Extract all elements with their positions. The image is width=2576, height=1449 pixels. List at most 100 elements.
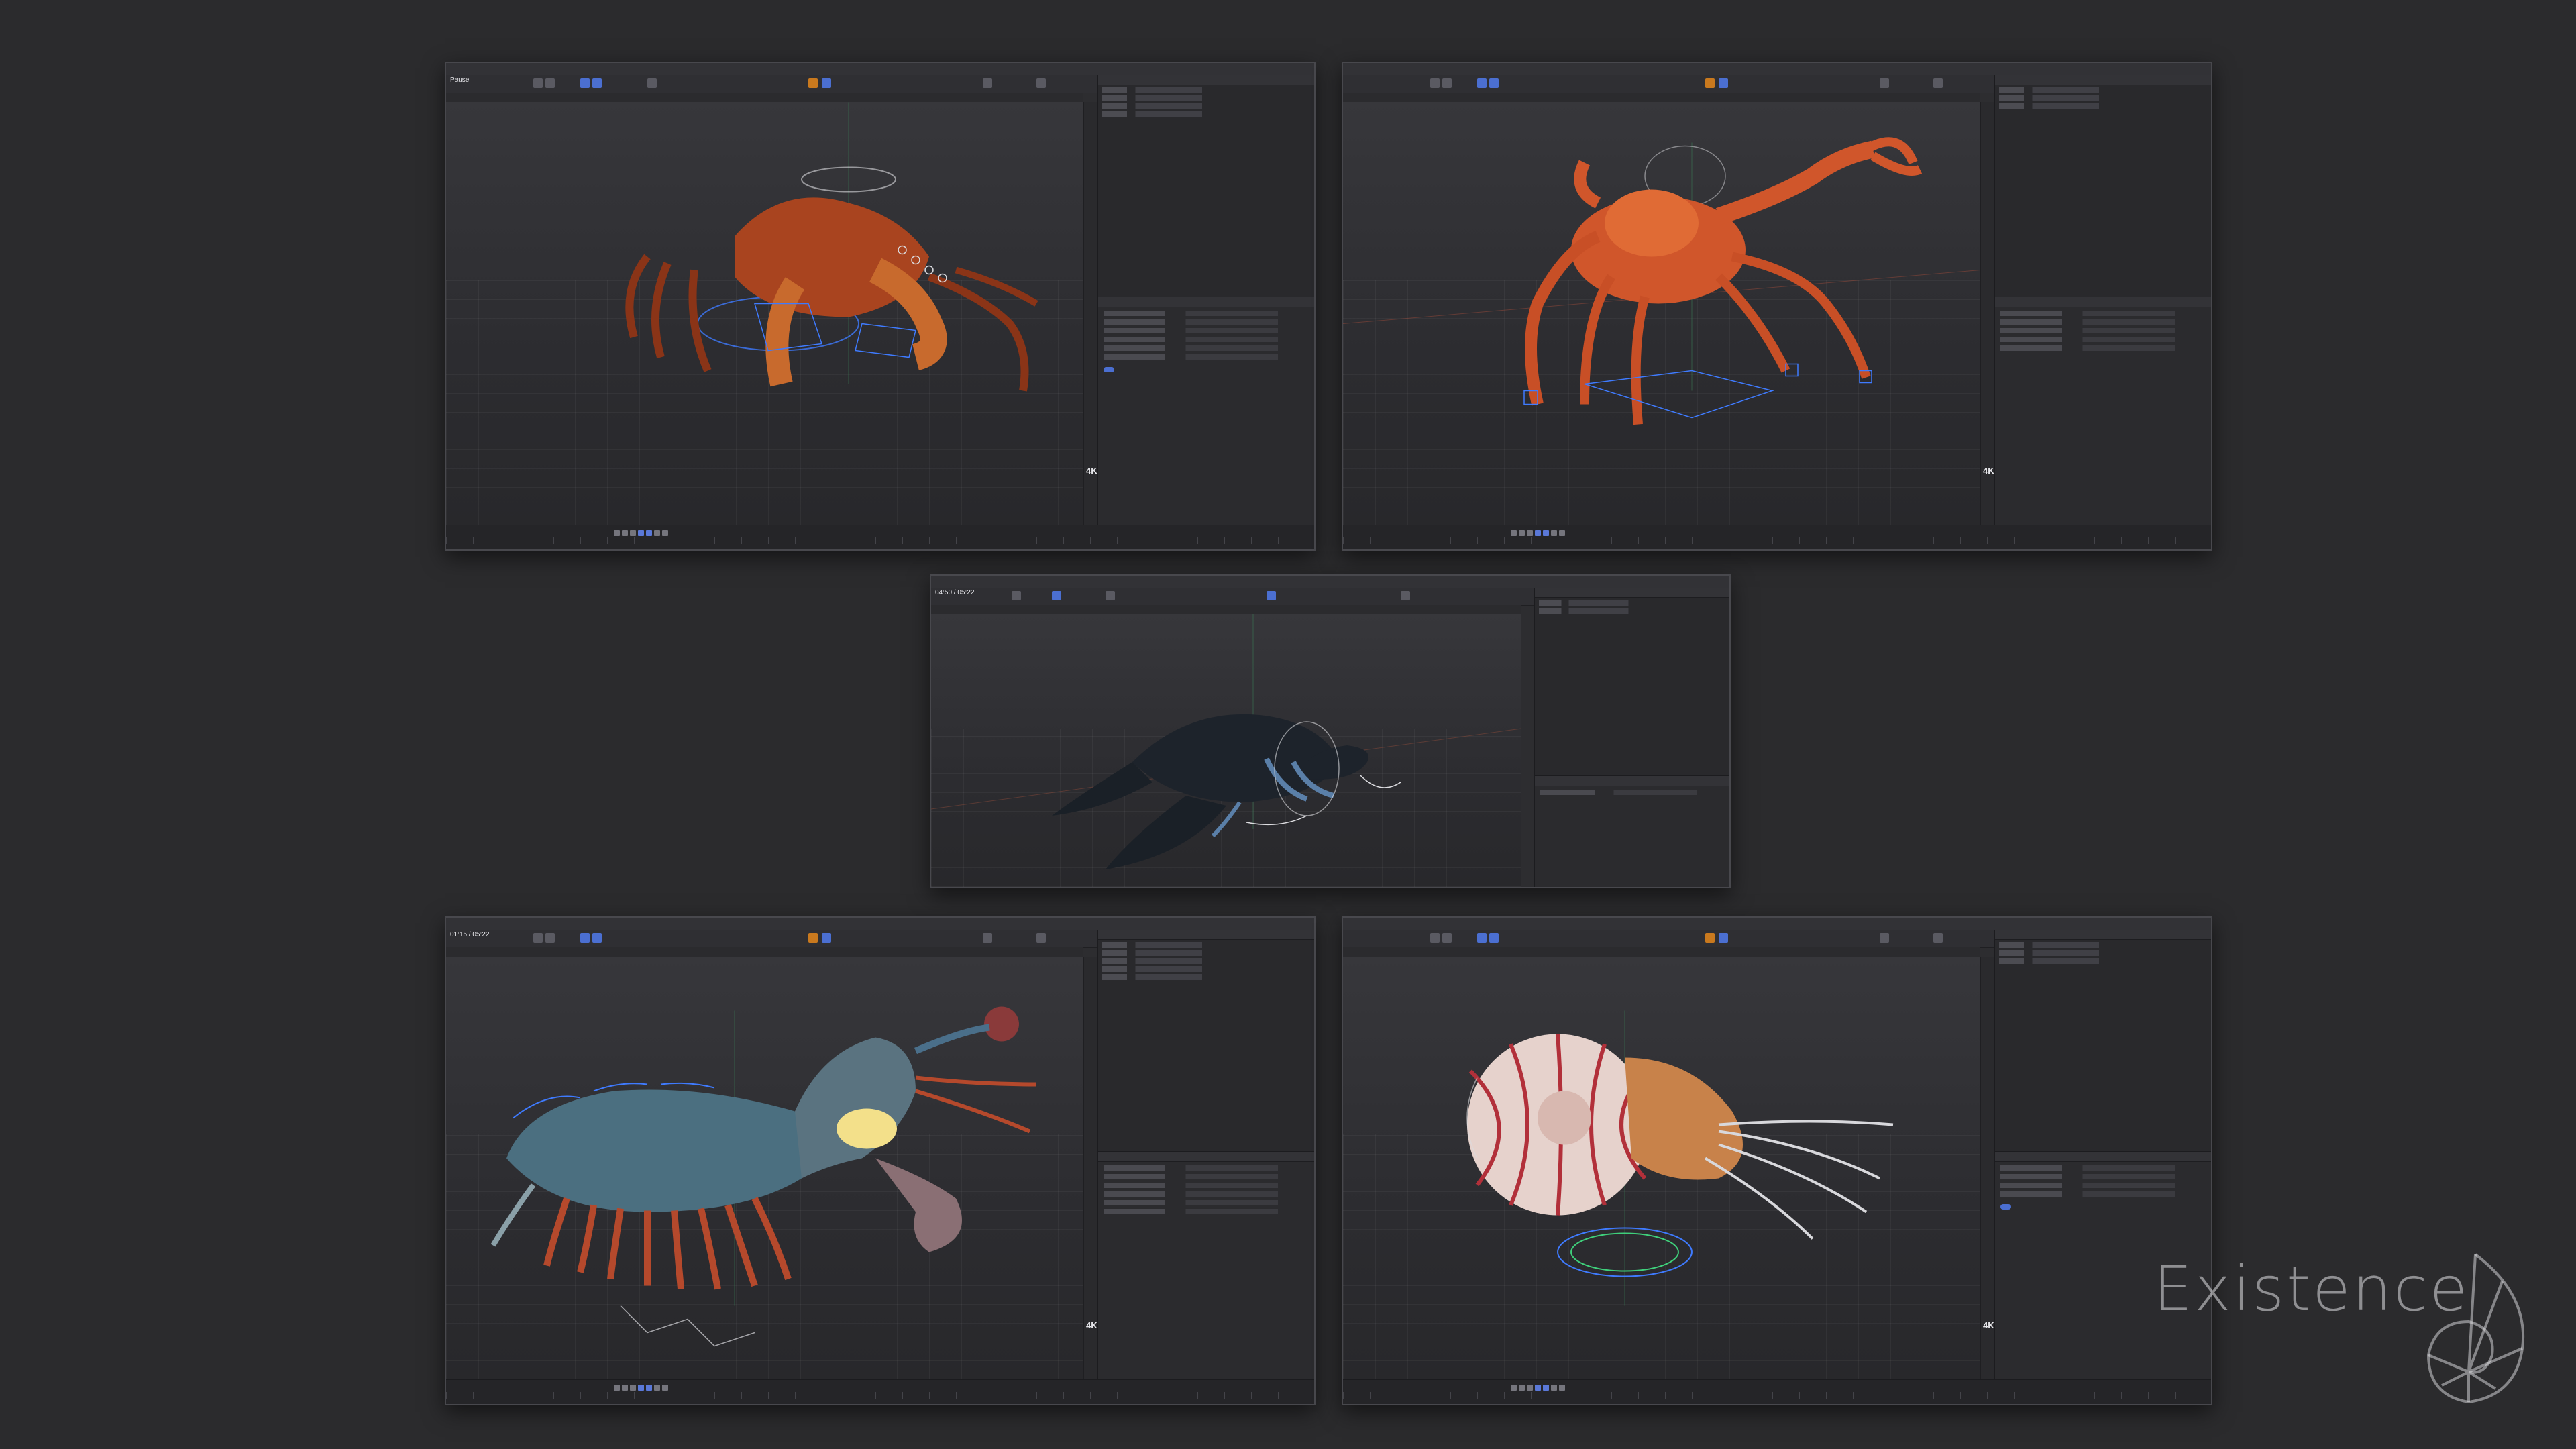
view-icon[interactable] bbox=[1933, 933, 1943, 943]
object-manager-panel[interactable] bbox=[1097, 75, 1314, 525]
attribute-row[interactable] bbox=[2000, 345, 2206, 351]
layout-icon[interactable] bbox=[983, 933, 992, 943]
timeline[interactable] bbox=[1343, 1379, 2211, 1404]
object-row[interactable] bbox=[1539, 600, 1725, 606]
attribute-row[interactable] bbox=[1104, 354, 1309, 360]
record-icon[interactable] bbox=[808, 78, 818, 88]
select-tool-icon[interactable] bbox=[592, 78, 602, 88]
select-tool-icon[interactable] bbox=[1489, 933, 1499, 943]
attribute-tabs[interactable] bbox=[1535, 776, 1729, 786]
attribute-row[interactable] bbox=[2000, 337, 2206, 342]
coconut-crab-model[interactable] bbox=[446, 102, 1083, 525]
object-row[interactable] bbox=[1539, 608, 1725, 614]
attribute-row[interactable] bbox=[1104, 311, 1309, 316]
attribute-row[interactable] bbox=[1104, 1191, 1309, 1197]
playback-controls[interactable] bbox=[614, 1382, 670, 1391]
object-row[interactable] bbox=[1999, 950, 2207, 956]
snap-icon[interactable] bbox=[1719, 933, 1728, 943]
view-icon[interactable] bbox=[1036, 78, 1046, 88]
object-row[interactable] bbox=[1999, 103, 2207, 109]
attribute-row[interactable] bbox=[2000, 328, 2206, 333]
anomalocarid-model[interactable] bbox=[446, 957, 1083, 1380]
visibility-toggle[interactable] bbox=[2000, 1201, 2206, 1213]
object-row[interactable] bbox=[1102, 974, 1310, 980]
record-icon[interactable] bbox=[1705, 78, 1715, 88]
layout-icon[interactable] bbox=[1880, 933, 1889, 943]
attribute-row[interactable] bbox=[2000, 1191, 2206, 1197]
object-row[interactable] bbox=[1102, 958, 1310, 964]
move-tool-icon[interactable] bbox=[1430, 78, 1440, 88]
panel-tabs[interactable] bbox=[1098, 930, 1314, 940]
time-ruler[interactable] bbox=[1343, 537, 2211, 544]
attribute-row[interactable] bbox=[1104, 345, 1309, 351]
3d-viewport[interactable] bbox=[931, 614, 1521, 887]
time-ruler[interactable] bbox=[446, 537, 1314, 544]
attribute-row[interactable] bbox=[1540, 790, 1724, 795]
move-tool-icon[interactable] bbox=[533, 933, 543, 943]
attribute-manager[interactable] bbox=[1995, 297, 2211, 525]
object-manager-panel[interactable] bbox=[1534, 588, 1729, 887]
scale-tool-icon[interactable] bbox=[1442, 933, 1452, 943]
attribute-row[interactable] bbox=[1104, 328, 1309, 333]
time-ruler[interactable] bbox=[1343, 1392, 2211, 1399]
layout-icon[interactable] bbox=[1401, 591, 1410, 600]
attribute-row[interactable] bbox=[2000, 1165, 2206, 1171]
panel-tabs[interactable] bbox=[1535, 588, 1729, 598]
select-tool-icon[interactable] bbox=[592, 933, 602, 943]
attribute-manager[interactable] bbox=[1535, 775, 1729, 887]
snap-icon[interactable] bbox=[822, 933, 831, 943]
move-tool-icon[interactable] bbox=[1012, 591, 1021, 600]
attribute-row[interactable] bbox=[1104, 1174, 1309, 1179]
attribute-row[interactable] bbox=[2000, 311, 2206, 316]
attribute-tabs[interactable] bbox=[1995, 1152, 2211, 1162]
snap-icon[interactable] bbox=[1719, 78, 1728, 88]
object-row[interactable] bbox=[1102, 942, 1310, 948]
scale-tool-icon[interactable] bbox=[545, 933, 555, 943]
attribute-tabs[interactable] bbox=[1995, 297, 2211, 307]
object-row[interactable] bbox=[1102, 103, 1310, 109]
timeline[interactable] bbox=[446, 1379, 1314, 1404]
menu-bar[interactable] bbox=[446, 63, 1314, 76]
object-manager-panel[interactable] bbox=[1994, 75, 2211, 525]
render-icon[interactable] bbox=[647, 78, 657, 88]
record-icon[interactable] bbox=[808, 933, 818, 943]
attribute-row[interactable] bbox=[2000, 1183, 2206, 1188]
time-ruler[interactable] bbox=[446, 1392, 1314, 1399]
viewport-side-toolbar[interactable] bbox=[1980, 957, 1994, 1380]
panel-tabs[interactable] bbox=[1995, 75, 2211, 85]
playback-controls[interactable] bbox=[614, 527, 670, 536]
attribute-row[interactable] bbox=[1104, 1165, 1309, 1171]
nautilus-model[interactable] bbox=[1343, 957, 1980, 1380]
object-row[interactable] bbox=[1999, 87, 2207, 93]
3d-viewport[interactable] bbox=[1343, 957, 1980, 1380]
attribute-tabs[interactable] bbox=[1098, 1152, 1314, 1162]
attribute-row[interactable] bbox=[1104, 337, 1309, 342]
rotate-tool-icon[interactable] bbox=[1477, 933, 1487, 943]
rotate-tool-icon[interactable] bbox=[1052, 591, 1061, 600]
move-tool-icon[interactable] bbox=[1430, 933, 1440, 943]
select-tool-icon[interactable] bbox=[1489, 78, 1499, 88]
attribute-manager[interactable] bbox=[1098, 297, 1314, 525]
3d-viewport[interactable] bbox=[446, 102, 1083, 525]
rotate-tool-icon[interactable] bbox=[1477, 78, 1487, 88]
layout-icon[interactable] bbox=[983, 78, 992, 88]
object-row[interactable] bbox=[1999, 942, 2207, 948]
timeline[interactable] bbox=[446, 525, 1314, 549]
view-icon[interactable] bbox=[1036, 933, 1046, 943]
attribute-row[interactable] bbox=[1104, 1183, 1309, 1188]
view-icon[interactable] bbox=[1933, 78, 1943, 88]
object-row[interactable] bbox=[1102, 111, 1310, 117]
attribute-manager[interactable] bbox=[1098, 1151, 1314, 1380]
snap-icon[interactable] bbox=[1267, 591, 1276, 600]
layout-icon[interactable] bbox=[1880, 78, 1889, 88]
render-icon[interactable] bbox=[1106, 591, 1115, 600]
object-row[interactable] bbox=[1102, 95, 1310, 101]
timeline[interactable] bbox=[1343, 525, 2211, 549]
menu-bar[interactable] bbox=[1343, 918, 2211, 930]
panel-tabs[interactable] bbox=[1995, 930, 2211, 940]
panel-tabs[interactable] bbox=[1098, 75, 1314, 85]
rotate-tool-icon[interactable] bbox=[580, 78, 590, 88]
record-icon[interactable] bbox=[1705, 933, 1715, 943]
playback-controls[interactable] bbox=[1511, 527, 1567, 536]
menu-bar[interactable] bbox=[931, 576, 1729, 588]
